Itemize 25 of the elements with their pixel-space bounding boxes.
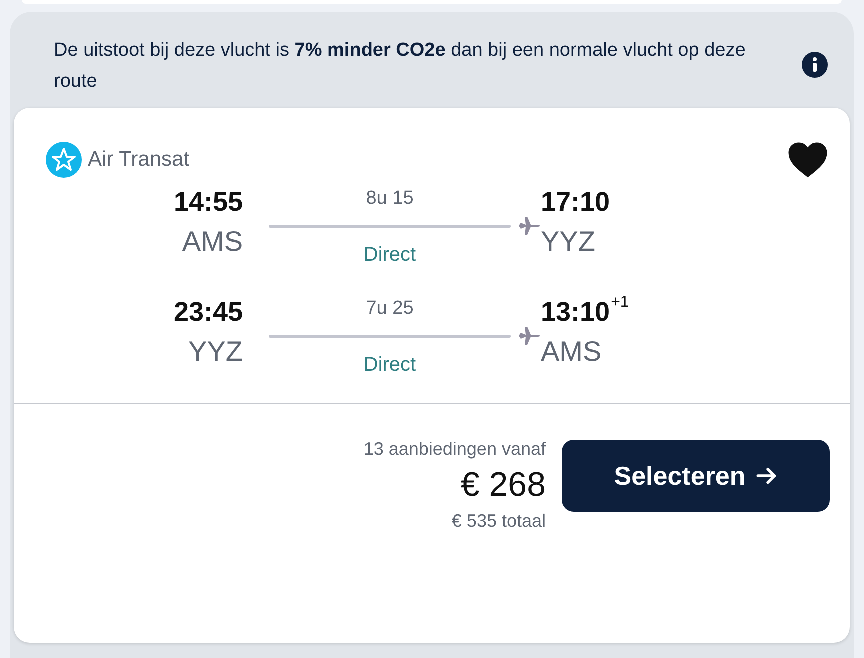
flight-duration: 7u 25 (366, 297, 414, 321)
arrival-time: 13:10 (541, 296, 610, 329)
emission-notice: De uitstoot bij deze vlucht is 7% minder CO2e dan bij een normale vlucht op deze route (54, 39, 747, 94)
arrival-time: 17:10 (541, 186, 610, 219)
airport-code: YYZ (541, 225, 596, 259)
total-price: € 535 totaal (452, 510, 546, 533)
airport-code: AMS (541, 335, 603, 369)
info-icon[interactable] (802, 52, 828, 78)
select-button[interactable]: Selecteren (562, 440, 830, 512)
airport-code: AMS (182, 225, 243, 259)
offers-count: 13 aanbiedingen vanaf (364, 438, 546, 461)
departure-time: 14:55 (174, 186, 243, 219)
plane-icon (517, 214, 541, 238)
arrow-right-icon (756, 465, 778, 487)
star-logo-icon (46, 142, 82, 178)
airport-code: YYZ (188, 335, 243, 369)
stops-label: Direct (364, 353, 416, 378)
heart-icon[interactable] (788, 142, 828, 178)
departure-time: 23:45 (174, 296, 243, 329)
airline-name: Air Transat (88, 148, 190, 172)
flight-duration: 8u 15 (366, 187, 414, 211)
stops-label: Direct (364, 243, 416, 268)
plane-icon (517, 324, 541, 348)
price: € 268 (460, 465, 546, 506)
day-offset: +1 (611, 294, 630, 313)
